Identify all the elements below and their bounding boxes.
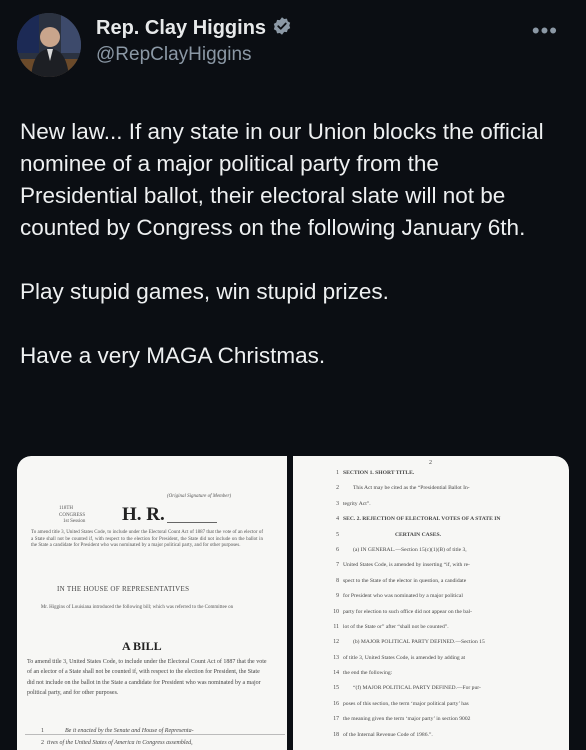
line-text: of title 3, United States Code, is amend… — [343, 654, 466, 661]
tweet-paragraph: New law... If any state in our Union blo… — [20, 119, 544, 240]
line-number: 18 — [333, 731, 339, 738]
avatar-photo-icon — [17, 13, 81, 77]
line-number: 10 — [333, 608, 339, 615]
more-options-icon[interactable]: ••• — [532, 18, 558, 44]
line-text: poses of this section, the term ‘major p… — [343, 700, 469, 707]
bill-line: 16 poses of this section, the term ‘major… — [333, 699, 563, 714]
congress-label: 118TH CONGRESS — [59, 506, 86, 518]
page-number: 2 — [429, 460, 432, 466]
tweet-header: Rep. Clay Higgins @RepClayHiggins ••• — [0, 0, 586, 80]
line-number: 1 — [336, 470, 339, 476]
line-text: CERTAIN CASES. — [395, 531, 442, 538]
line-text: SEC. 2. REJECTION OF ELECTORAL VOTES OF … — [343, 516, 501, 523]
verified-badge-icon — [272, 16, 292, 41]
divider — [25, 734, 285, 735]
line-number: 11 — [333, 623, 339, 630]
line-number: 12 — [333, 639, 339, 646]
enacting-clause-line-2: tives of the United States of America in… — [47, 740, 193, 746]
line-number: 17 — [333, 716, 339, 723]
line-number: 9 — [336, 593, 339, 600]
bill-line: 7 United States Code, is amended by inser… — [336, 560, 563, 575]
bill-long-title: To amend title 3, United States Code, to… — [27, 659, 267, 696]
bill-line: 10 party for election to such office did … — [333, 607, 563, 622]
bill-number: H. R. — [122, 504, 165, 525]
bill-line: 12 (b) MAJOR POLITICAL PARTY DEFINED.—Sec… — [333, 637, 563, 652]
bill-line: 17 the meaning given the term ‘major part… — [333, 714, 563, 729]
line-number: 15 — [333, 685, 339, 692]
bill-section-text: 1 SECTION 1. SHORT TITLE. 2 This Act may be… — [333, 468, 563, 745]
bill-line: 3 tegrity Act”. — [336, 499, 563, 514]
bill-line: 2 This Act may be cited as the “President… — [336, 483, 563, 498]
line-text: for President who was nominated by a maj… — [343, 593, 463, 600]
line-text: the end the following: — [343, 670, 393, 677]
bill-page-1: (Original Signature of Member) 118TH CON… — [17, 456, 287, 750]
bill-line: 15 “(f) MAJOR POLITICAL PARTY DEFINED.—Fo… — [333, 683, 563, 698]
tweet-paragraph: Have a very MAGA Christmas. — [20, 343, 326, 368]
bill-line: 18 of the Internal Revenue Code of 1986.”… — [333, 730, 563, 745]
bill-line: 6 (a) IN GENERAL.—Section 15(c)(1)(B) of … — [336, 545, 563, 560]
a-bill-heading: A BILL — [122, 639, 162, 653]
line-text: the meaning given the term ‘major party’… — [343, 716, 471, 723]
line-text: “(f) MAJOR POLITICAL PARTY DEFINED.—For … — [353, 685, 481, 692]
line-number: 1 — [41, 728, 44, 734]
bill-line: 9 for President who was nominated by a ma… — [336, 591, 563, 606]
line-number: 2 — [336, 485, 339, 492]
line-text: lot of the State or” after “shall not be… — [343, 623, 449, 630]
line-number: 6 — [336, 546, 339, 553]
line-number: 5 — [336, 531, 339, 538]
line-text: United States Code, is amended by insert… — [343, 562, 470, 569]
avatar[interactable] — [17, 13, 81, 77]
line-text: of the Internal Revenue Code of 1986.”. — [343, 731, 433, 738]
session-label: 1st Session — [63, 519, 86, 524]
bill-line: 4 SEC. 2. REJECTION OF ELECTORAL VOTES OF… — [336, 514, 563, 529]
bill-number-blank — [167, 522, 217, 523]
bill-summary: To amend title 3, United States Code, to… — [31, 530, 263, 548]
bill-line: 14 the end the following: — [333, 668, 563, 683]
enacting-clause-line-1: Be it enacted by the Senate and House of… — [65, 728, 194, 734]
bill-line: 5 CERTAIN CASES. — [336, 530, 563, 545]
line-number: 8 — [336, 577, 339, 584]
line-number: 16 — [333, 700, 339, 707]
line-text: (b) MAJOR POLITICAL PARTY DEFINED.—Secti… — [353, 639, 485, 646]
introduced-text: Mr. Higgins of Louisiana introduced the … — [40, 605, 234, 610]
bill-page-2: 2 1 SECTION 1. SHORT TITLE. 2 This Act may … — [293, 456, 569, 750]
original-signature-label: (Original Signature of Member) — [167, 494, 232, 499]
line-number: 2 — [41, 740, 44, 746]
bill-line: 11 lot of the State or” after “shall not … — [333, 622, 563, 637]
line-text: (a) IN GENERAL.—Section 15(c)(1)(B) of t… — [353, 546, 467, 553]
line-number: 13 — [333, 654, 339, 661]
bill-line: 8 spect to the State of the elector in qu… — [336, 576, 563, 591]
line-text: party for election to such office did no… — [343, 608, 472, 615]
tweet-text: New law... If any state in our Union blo… — [20, 116, 560, 372]
line-number: 7 — [336, 562, 339, 569]
line-text: spect to the State of the elector in que… — [343, 577, 467, 584]
line-text: SECTION 1. SHORT TITLE. — [343, 470, 415, 476]
bill-line: 1 SECTION 1. SHORT TITLE. — [336, 468, 563, 483]
account-handle[interactable]: @RepClayHiggins — [96, 44, 252, 66]
line-text: This Act may be cited as the “Presidenti… — [353, 485, 470, 492]
account-name[interactable]: Rep. Clay Higgins — [96, 17, 266, 40]
congress-info: 118TH CONGRESS 1st Session — [59, 506, 99, 526]
line-number: 14 — [333, 670, 339, 677]
tweet-paragraph: Play stupid games, win stupid prizes. — [20, 279, 389, 304]
house-heading: IN THE HOUSE OF REPRESENTATIVES — [57, 585, 190, 593]
bill-line: 13 of title 3, United States Code, is ame… — [333, 653, 563, 668]
line-number: 3 — [336, 500, 339, 507]
line-number: 4 — [336, 516, 339, 523]
line-text: tegrity Act”. — [343, 500, 371, 507]
tweet-media[interactable]: (Original Signature of Member) 118TH CON… — [17, 456, 569, 750]
